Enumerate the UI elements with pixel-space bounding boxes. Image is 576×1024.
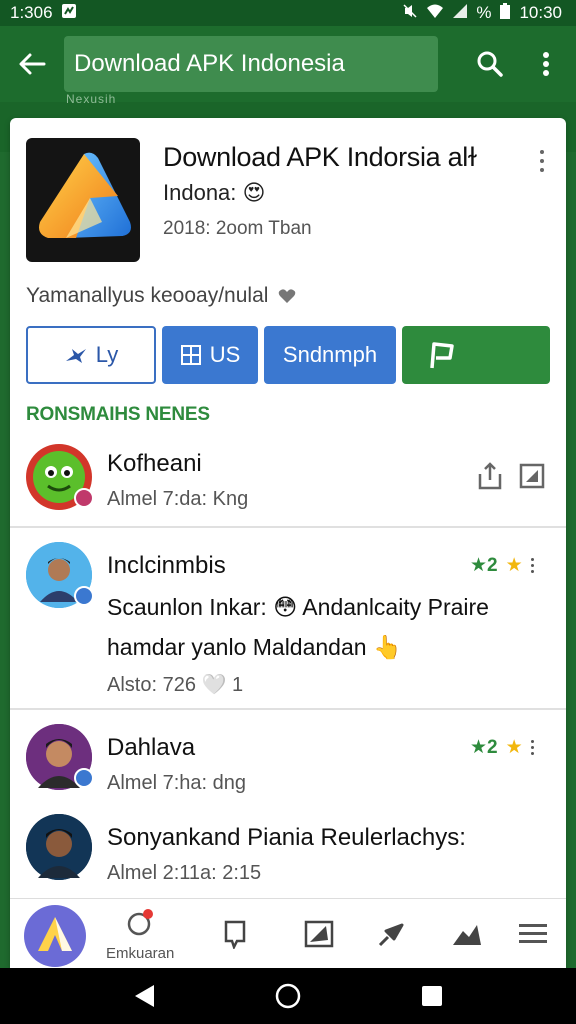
behind-hint-text: Nexusih xyxy=(66,92,117,106)
notification-icon xyxy=(127,909,153,936)
rating-value: ★2 xyxy=(470,737,498,758)
search-icon xyxy=(477,51,503,77)
status-time: 1:306 xyxy=(10,3,53,22)
star-icon[interactable]: ★ xyxy=(506,554,523,577)
avatar xyxy=(26,724,94,790)
rating-value: ★2 xyxy=(470,555,498,576)
signal-icon xyxy=(452,3,468,24)
list-item-meta: Almel 7:ha: dng xyxy=(107,772,246,794)
wifi-icon xyxy=(426,3,444,24)
blue-action-button-2[interactable]: Sndnmph xyxy=(264,326,396,384)
divider xyxy=(10,708,566,710)
grid-icon xyxy=(180,345,201,365)
nav-tab-4[interactable] xyxy=(366,909,416,959)
pin-icon xyxy=(378,923,404,947)
app-bar: Download APK Indonesia xyxy=(0,26,576,102)
nav-tab-2[interactable] xyxy=(210,909,260,959)
back-arrow-icon xyxy=(19,53,46,75)
review-text-line-2: hamdar yanlo Maldandan 👆 xyxy=(107,634,402,660)
outline-action-label: Ly xyxy=(95,342,119,367)
notification-icon xyxy=(61,3,77,23)
status-bar: 1:306 % 10:30 xyxy=(0,0,576,26)
nav-menu[interactable] xyxy=(508,909,558,959)
back-triangle-icon xyxy=(135,985,154,1007)
share-icon xyxy=(478,462,502,490)
search-button[interactable] xyxy=(462,38,518,90)
bookmark-icon xyxy=(519,463,545,489)
list-item[interactable]: Kofheani Almel 7:da: Kng xyxy=(10,440,566,530)
app-logo-icon xyxy=(24,905,86,967)
app-logo-icon[interactable] xyxy=(26,138,140,262)
hamburger-menu-icon xyxy=(519,924,547,943)
bookmark-button[interactable] xyxy=(518,462,548,492)
outline-action-button[interactable]: Ly xyxy=(26,326,156,384)
verified-badge-icon xyxy=(74,768,94,788)
heart-icon[interactable] xyxy=(278,288,296,304)
divider xyxy=(10,526,566,528)
system-navigation-bar xyxy=(0,968,576,1024)
install-button[interactable] xyxy=(402,326,550,384)
system-home-button[interactable] xyxy=(268,978,308,1014)
overflow-menu-button[interactable] xyxy=(526,38,566,90)
status-clock: 10:30 xyxy=(519,3,562,22)
battery-icon xyxy=(499,2,511,25)
avatar xyxy=(26,542,94,608)
mute-icon xyxy=(402,3,418,24)
recents-square-icon xyxy=(422,986,442,1006)
system-back-button[interactable] xyxy=(124,978,164,1014)
review-text-line-1: Scaunlon Inkar: 😳 Andanlcaity Praire xyxy=(107,594,489,620)
star-icon xyxy=(65,349,86,363)
app-summary: Yamanallyus keooay/nulal xyxy=(26,284,296,308)
list-item-meta: Alsto: 726 🤍 1 xyxy=(107,674,244,696)
app-subtitle: Indona: 😍 xyxy=(163,180,266,205)
search-input[interactable]: Download APK Indonesia xyxy=(64,36,438,92)
battery-percent: % xyxy=(476,3,492,22)
back-button[interactable] xyxy=(0,26,64,102)
list-item[interactable]: Inclcinmbis ★2 ★ Scaunlon Inkar: 😳 Andan… xyxy=(10,538,566,708)
list-item-name: Inclcinmbis xyxy=(107,552,226,579)
bottom-navigation: Emkuaran xyxy=(10,898,566,968)
system-recents-button[interactable] xyxy=(412,978,452,1014)
avatar xyxy=(26,444,94,510)
person-icon xyxy=(453,925,481,945)
flag-icon xyxy=(430,342,454,369)
app-title: Download APK Indorsia alɫ xyxy=(163,142,477,172)
star-icon[interactable]: ★ xyxy=(506,736,523,759)
more-vert-icon xyxy=(543,52,549,76)
list-item-meta: Almel 7:da: Kng xyxy=(107,488,249,510)
avatar xyxy=(26,814,92,880)
list-item[interactable]: Sonyankand Piania Reulerlachys: Almel 2:… xyxy=(10,810,566,900)
list-item[interactable]: Dahlava ★2 ★ Almel 7:ha: dng xyxy=(10,720,566,810)
nav-tab-5[interactable] xyxy=(442,909,492,959)
chat-bubble-icon xyxy=(224,920,246,949)
list-item-name: Sonyankand Piania Reulerlachys: xyxy=(107,824,466,851)
blue-action-label-1: US xyxy=(209,342,241,367)
home-circle-icon xyxy=(275,983,301,1009)
verified-badge-icon xyxy=(74,488,94,508)
rating-group: ★2 ★ xyxy=(470,554,534,577)
list-item-meta: Almel 2:11a: 2:15 xyxy=(107,862,262,884)
rating-group: ★2 ★ xyxy=(470,736,534,759)
blue-action-button-1[interactable]: US xyxy=(162,326,258,384)
app-detail-card: Download APK Indorsia alɫ Indona: 😍 2018… xyxy=(10,118,566,968)
summary-text: Yamanallyus keooay/nulal xyxy=(26,284,269,307)
list-item-name: Dahlava xyxy=(107,734,196,761)
more-vert-icon[interactable] xyxy=(530,558,534,573)
blue-action-label-2: Sndnmph xyxy=(282,342,378,367)
nav-home-logo[interactable] xyxy=(24,905,86,967)
image-icon xyxy=(304,920,334,948)
nav-notifications[interactable] xyxy=(120,903,160,943)
app-meta: 2018: 2oom Tban xyxy=(163,218,312,239)
nav-tab-3[interactable] xyxy=(294,909,344,959)
more-vert-icon[interactable] xyxy=(530,740,534,755)
nav-label: Emkuaran xyxy=(106,945,175,962)
verified-badge-icon xyxy=(74,586,94,606)
section-label: RONSMAIHS NENES xyxy=(26,404,210,425)
list-item-name: Kofheani xyxy=(107,450,202,477)
app-menu-button[interactable] xyxy=(532,148,552,174)
share-button[interactable] xyxy=(476,462,506,492)
